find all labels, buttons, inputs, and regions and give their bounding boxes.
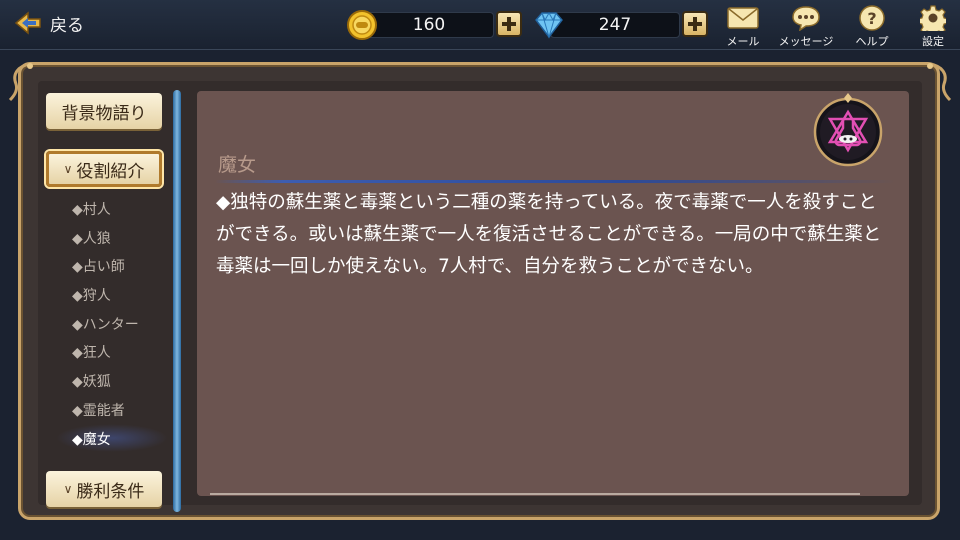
mail-label: メール (726, 35, 760, 48)
role-item-seer[interactable]: ◆占い師 (72, 256, 125, 276)
role-item-hunter[interactable]: ◆ハンター (72, 314, 139, 334)
chevron-down-icon: ∨ (63, 482, 73, 496)
role-title: 魔女 (218, 154, 257, 176)
background-story-label: 背景物語り (61, 103, 147, 124)
chevron-down-icon: ∨ (63, 162, 73, 176)
back-label: 戻る (50, 15, 84, 36)
role-item-werewolf[interactable]: ◆人狼 (72, 228, 111, 248)
background-story-button[interactable]: 背景物語り (46, 93, 162, 129)
add-gold-button[interactable] (496, 11, 522, 37)
plus-icon (502, 17, 516, 31)
back-arrow-icon (14, 11, 41, 35)
gold-amount: 160 (364, 12, 494, 38)
mail-button[interactable]: メール (715, 5, 771, 48)
role-detail-panel (197, 91, 909, 496)
role-item-witch[interactable]: ◆魔女 (72, 429, 111, 449)
role-item-villager[interactable]: ◆村人 (72, 199, 111, 219)
witch-potion-icon (813, 93, 883, 167)
win-conditions-label: 勝利条件 (76, 481, 145, 502)
role-item-madman[interactable]: ◆狂人 (72, 342, 111, 362)
title-divider (215, 180, 895, 183)
role-item-bodyguard[interactable]: ◆狩人 (72, 285, 111, 305)
role-intro-label: 役割紹介 (76, 161, 145, 182)
gem-amount: 247 (550, 12, 680, 38)
settings-label: 設定 (922, 35, 944, 48)
frame-ornament-right-icon (927, 62, 952, 102)
diamond-icon (535, 11, 563, 39)
frame-ornament-left-icon (8, 62, 33, 102)
role-description: ◆独特の蘇生薬と毒薬という二種の薬を持っている。夜で毒薬で一人を殺すことができる… (216, 192, 882, 277)
role-item-medium[interactable]: ◆霊能者 (72, 400, 125, 420)
role-item-fox[interactable]: ◆妖狐 (72, 371, 111, 391)
settings-button[interactable]: 設定 (910, 5, 956, 48)
add-gem-button[interactable] (682, 11, 708, 37)
chat-bubble-icon (792, 6, 820, 31)
help-label: ヘルプ (855, 35, 889, 48)
sidebar-scrollbar[interactable] (173, 90, 181, 512)
back-button[interactable]: 戻る (14, 8, 84, 38)
mail-icon (727, 7, 759, 29)
message-button[interactable]: メッセージ (778, 5, 834, 48)
svg-text:?: ? (867, 9, 876, 28)
role-intro-button[interactable]: ∨ 役割紹介 (46, 151, 162, 187)
help-button[interactable]: ? ヘルプ (844, 5, 900, 48)
gold-coin-icon (347, 10, 377, 40)
top-bar: 戻る 160 247 メール メッセージ ? ヘルプ 設定 (0, 0, 960, 50)
plus-icon (688, 17, 702, 31)
help-icon: ? (859, 5, 885, 31)
win-conditions-button[interactable]: ∨ 勝利条件 (46, 471, 162, 507)
gear-icon (920, 5, 946, 31)
content-divider (210, 493, 860, 495)
message-label: メッセージ (778, 35, 834, 48)
